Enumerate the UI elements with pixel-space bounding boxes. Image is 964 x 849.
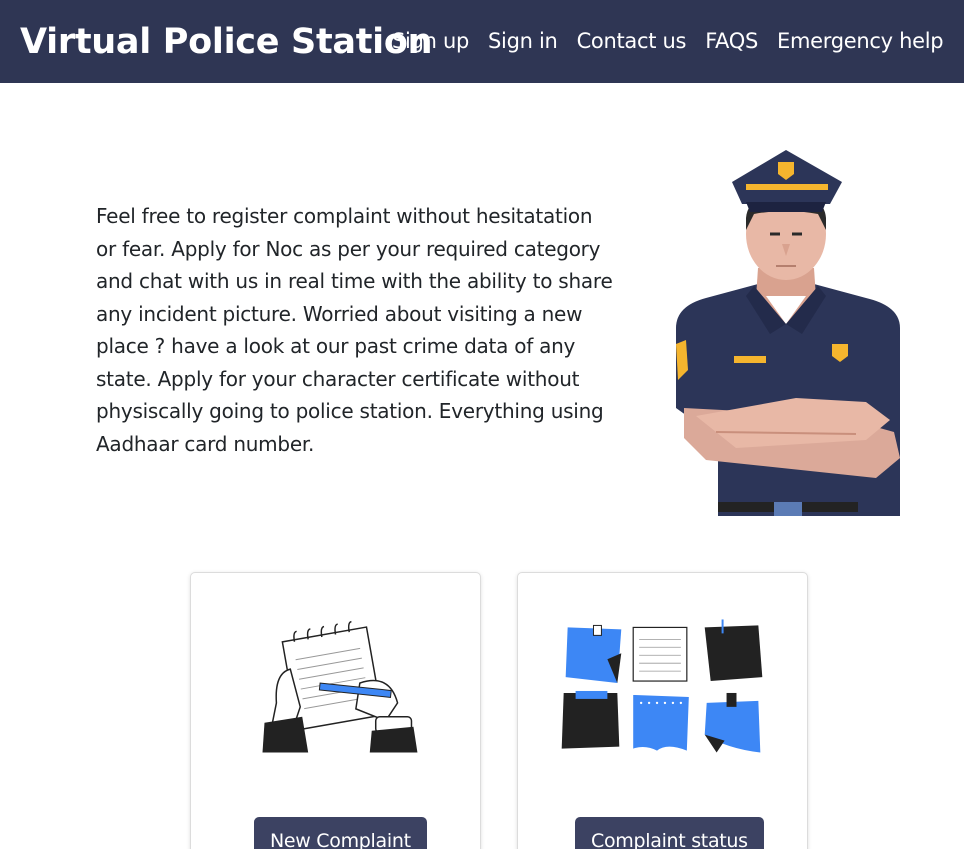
nav-faqs[interactable]: FAQS [705, 26, 758, 56]
new-complaint-button[interactable]: New Complaint [254, 817, 427, 849]
nav-links: Sign up Sign in Contact us FAQS Emergenc… [392, 26, 962, 56]
nav-contact[interactable]: Contact us [577, 26, 687, 56]
new-complaint-card: New Complaint [190, 572, 481, 849]
sticky-notes-icon [561, 619, 763, 753]
intro-text: Feel free to register complaint without … [96, 204, 613, 456]
notepad-writing-icon [262, 620, 418, 753]
complaint-status-card: Complaint status [517, 572, 808, 849]
nav-signup[interactable]: Sign up [392, 26, 469, 56]
brand-title[interactable]: Virtual Police Station [20, 20, 432, 64]
navbar: Virtual Police Station Sign up Sign in C… [0, 0, 964, 83]
nav-emergency-help[interactable]: Emergency help [777, 26, 944, 56]
police-officer-icon [676, 150, 900, 516]
complaint-status-button[interactable]: Complaint status [575, 817, 764, 849]
nav-signin[interactable]: Sign in [488, 26, 558, 56]
